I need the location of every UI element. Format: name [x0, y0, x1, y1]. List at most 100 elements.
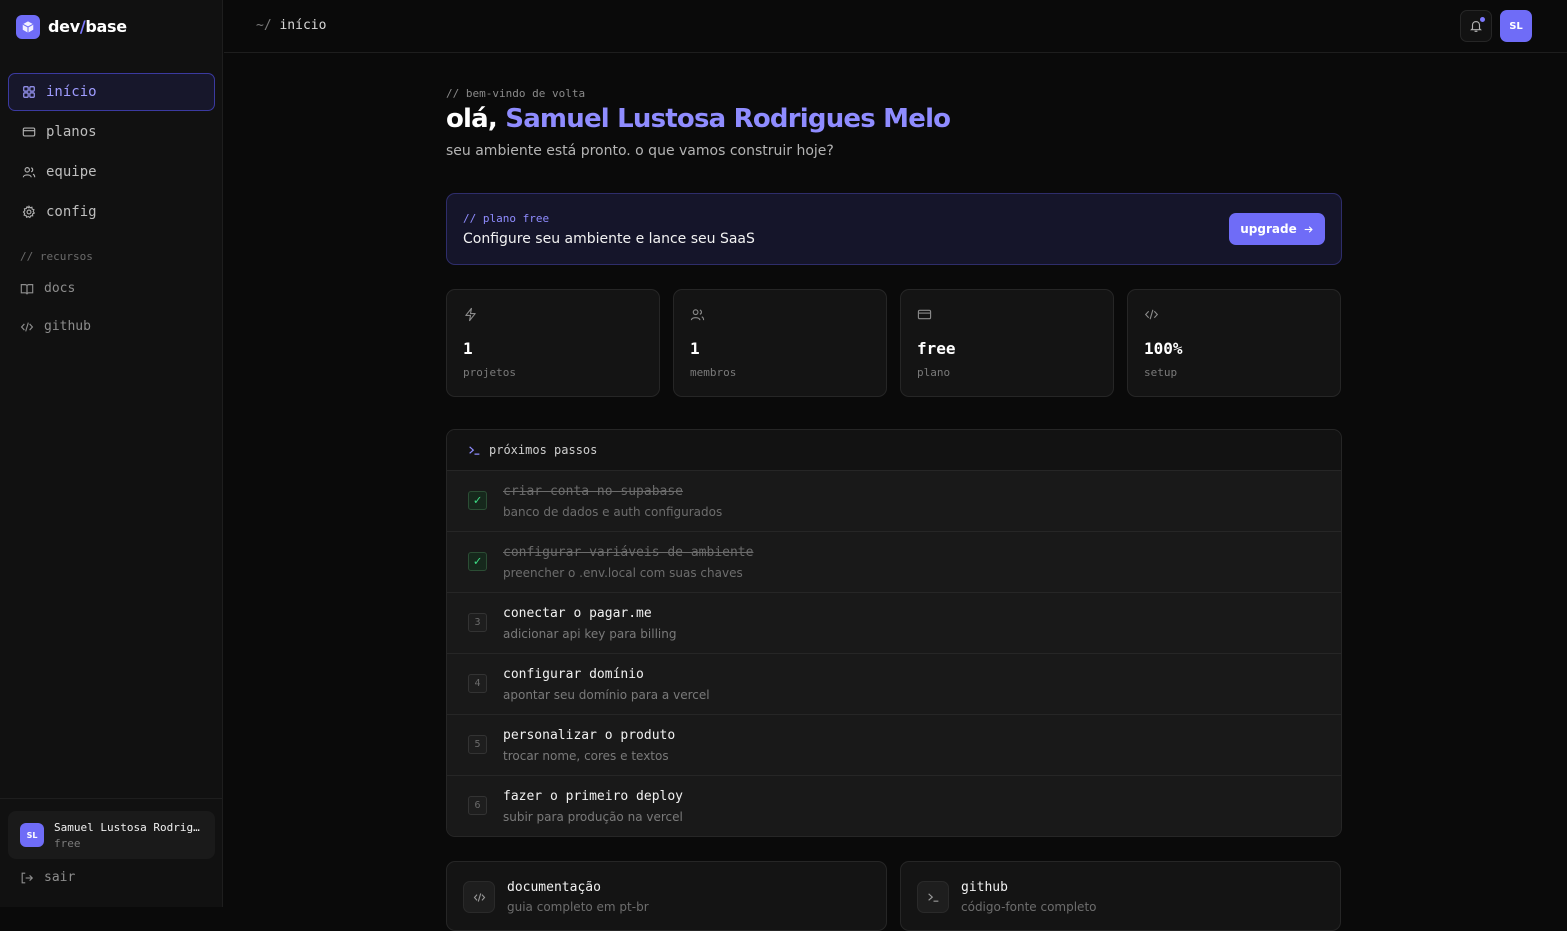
sidebar-item-github[interactable]: github	[20, 319, 91, 334]
sidebar-item-label: início	[46, 84, 97, 100]
links-row: documentação guia completo em pt-br gith…	[446, 861, 1342, 931]
sidebar: dev/base início planos equipe config // …	[0, 0, 223, 907]
step-title: configurar domínio	[503, 667, 644, 682]
next-steps-header: próximos passos	[447, 430, 1341, 471]
step-number[interactable]: 6	[468, 796, 487, 815]
sidebar-item-inicio[interactable]: início	[8, 73, 215, 111]
code-icon	[463, 881, 495, 913]
grid-icon	[23, 86, 35, 98]
sidebar-item-label: docs	[44, 281, 76, 296]
step-title: conectar o pagar.me	[503, 606, 652, 621]
avatar: SL	[20, 823, 44, 847]
stat-label: projetos	[463, 366, 516, 379]
link-subtitle: código-fonte completo	[961, 900, 1097, 914]
stat-label: plano	[917, 366, 951, 379]
sidebar-item-equipe[interactable]: equipe	[8, 153, 215, 191]
sidebar-item-planos[interactable]: planos	[8, 113, 215, 151]
topbar: ~/ início SL	[224, 0, 1567, 53]
divider	[0, 798, 223, 799]
terminal-icon	[469, 445, 480, 455]
logout-icon	[21, 872, 34, 883]
upgrade-button[interactable]: upgrade	[1229, 213, 1325, 245]
stat-value: 1	[690, 339, 700, 358]
logout-label: sair	[44, 870, 76, 885]
sidebar-item-label: config	[46, 204, 97, 220]
stat-value: free	[917, 339, 956, 358]
link-title: documentação	[507, 880, 601, 895]
user-name: Samuel Lustosa Rodrigues Melo	[54, 820, 204, 834]
check-icon[interactable]: ✓	[468, 552, 487, 571]
stat-value: 100%	[1144, 339, 1183, 358]
stat-label: membros	[690, 366, 737, 379]
card-icon	[22, 127, 36, 137]
step-title: criar conta no supabase	[503, 484, 684, 499]
sidebar-item-label: planos	[46, 124, 97, 140]
plan-tag: // plano free	[463, 212, 550, 225]
step-subtitle: trocar nome, cores e textos	[503, 749, 669, 763]
cube-icon	[16, 14, 40, 39]
step-title: personalizar o produto	[503, 728, 676, 743]
sidebar-item-label: equipe	[46, 164, 97, 180]
step-row[interactable]: 4 configurar domínio apontar seu domínio p…	[447, 654, 1341, 715]
stats-row: 1 projetos 1 membros free plano 100% set…	[446, 289, 1342, 397]
code-icon	[20, 321, 34, 332]
card-icon	[917, 309, 932, 320]
users-icon	[22, 167, 36, 178]
step-row[interactable]: ✓ configurar variáveis de ambiente preench…	[447, 532, 1341, 593]
gear-icon	[22, 205, 36, 219]
step-number[interactable]: 5	[468, 735, 487, 754]
arrow-right-icon	[1304, 225, 1313, 233]
sidebar-item-label: github	[44, 319, 91, 334]
stat-card-projetos: 1 projetos	[446, 289, 660, 397]
sidebar-item-docs[interactable]: docs	[20, 281, 75, 296]
users-icon	[690, 309, 705, 321]
welcome-tag: // bem-vindo de volta	[446, 87, 586, 100]
link-title: github	[961, 880, 1008, 895]
stat-label: setup	[1144, 366, 1178, 379]
sidebar-nav: início planos equipe config	[8, 73, 215, 233]
notifications-button[interactable]	[1460, 10, 1492, 42]
stat-value: 1	[463, 339, 473, 358]
brand-name: dev/base	[48, 17, 127, 36]
step-subtitle: subir para produção na vercel	[503, 810, 683, 824]
next-steps-title: próximos passos	[489, 443, 598, 457]
step-subtitle: adicionar api key para billing	[503, 627, 677, 641]
plan-text: Configure seu ambiente e lance seu SaaS	[463, 231, 755, 247]
user-plan: free	[54, 836, 81, 850]
bolt-icon	[465, 307, 476, 322]
user-avatar-button[interactable]: SL	[1500, 10, 1532, 42]
page-title: olá, Samuel Lustosa Rodrigues Melo	[446, 104, 951, 134]
link-card-github[interactable]: github código-fonte completo	[900, 861, 1341, 931]
sidebar-item-config[interactable]: config	[8, 193, 215, 231]
step-row[interactable]: ✓ criar conta no supabase banco de dados e…	[447, 471, 1341, 532]
book-icon	[20, 283, 34, 294]
breadcrumb: ~/ início	[256, 18, 327, 33]
step-title: configurar variáveis de ambiente	[503, 545, 754, 560]
step-subtitle: banco de dados e auth configurados	[503, 505, 723, 519]
upgrade-label: upgrade	[1240, 222, 1297, 236]
step-row[interactable]: 6 fazer o primeiro deploy subir para produ…	[447, 776, 1341, 836]
next-steps-panel: próximos passos ✓ criar conta no supabase…	[446, 429, 1342, 837]
link-card-docs[interactable]: documentação guia completo em pt-br	[446, 861, 887, 931]
stat-card-membros: 1 membros	[673, 289, 887, 397]
step-number[interactable]: 4	[468, 674, 487, 693]
plan-banner: // plano free Configure seu ambiente e l…	[446, 193, 1342, 265]
resources-title: // recursos	[20, 250, 93, 263]
brand[interactable]: dev/base	[0, 0, 222, 53]
user-card[interactable]: SL Samuel Lustosa Rodrigues Melo free	[8, 811, 215, 859]
code-icon	[1144, 309, 1159, 320]
notification-dot	[1480, 17, 1485, 22]
check-icon[interactable]: ✓	[468, 491, 487, 510]
step-row[interactable]: 3 conectar o pagar.me adicionar api key pa…	[447, 593, 1341, 654]
step-title: fazer o primeiro deploy	[503, 789, 684, 804]
link-subtitle: guia completo em pt-br	[507, 900, 649, 914]
stat-card-plano: free plano	[900, 289, 1114, 397]
stat-card-setup: 100% setup	[1127, 289, 1341, 397]
step-number[interactable]: 3	[468, 613, 487, 632]
step-subtitle: apontar seu domínio para a vercel	[503, 688, 710, 702]
step-subtitle: preencher o .env.local com suas chaves	[503, 566, 743, 580]
page-subtitle: seu ambiente está pronto. o que vamos co…	[446, 143, 834, 159]
terminal-icon	[917, 881, 949, 913]
logout-button[interactable]: sair	[20, 870, 75, 885]
step-row[interactable]: 5 personalizar o produto trocar nome, core…	[447, 715, 1341, 776]
